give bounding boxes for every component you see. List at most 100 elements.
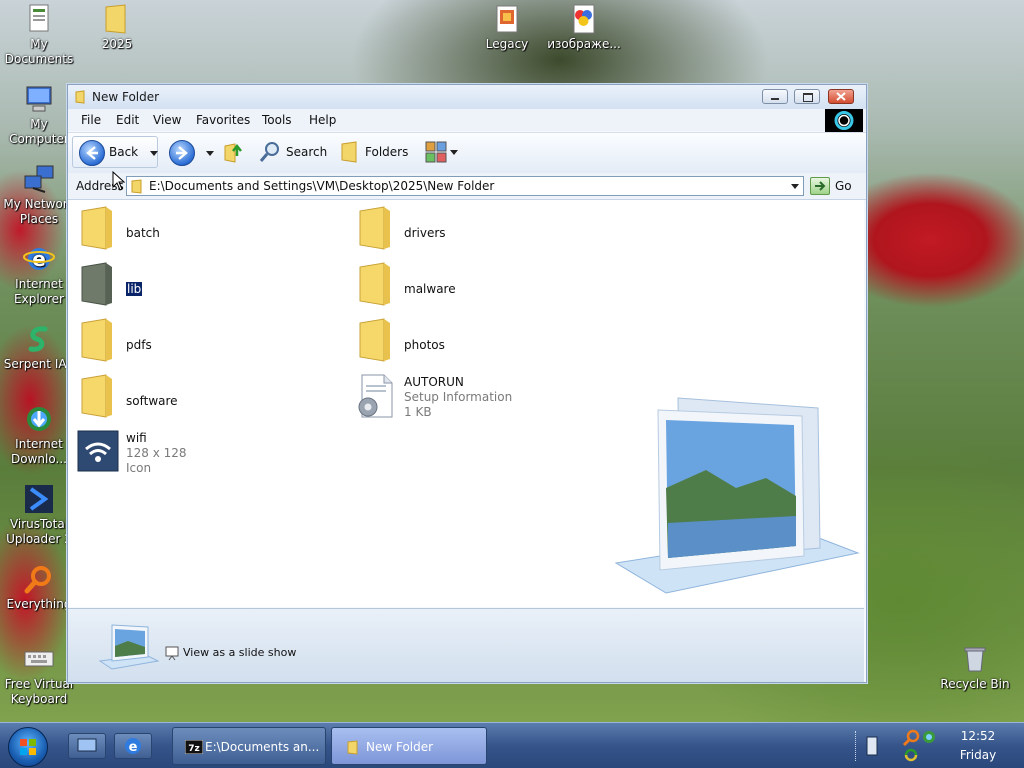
task-label: E:\Documents an... [205, 740, 320, 754]
desktop-icon-keyboard[interactable]: Free Virtual Keyboard [1, 643, 77, 707]
slideshow-icon [165, 646, 179, 661]
internet-explorer-icon: e [125, 738, 141, 755]
show-desktop-button[interactable] [68, 733, 106, 759]
taskbar-task-new-folder[interactable]: New Folder [331, 727, 487, 765]
maximize-icon [803, 93, 813, 102]
folder-icon [81, 374, 112, 418]
download-manager-icon [27, 407, 51, 431]
list-item-software[interactable]: software [76, 373, 326, 423]
forward-button[interactable] [169, 140, 195, 166]
menu-help[interactable]: Help [309, 113, 336, 127]
list-item-wifi[interactable]: wifi 128 x 128 Icon [76, 429, 326, 479]
tray-network-icon[interactable] [921, 729, 937, 745]
desktop-icon-my-computer[interactable]: My Computer [1, 83, 77, 147]
desktop-icon-virustotal[interactable]: VirusTotal Uploader 2 [1, 483, 77, 547]
explorer-window[interactable]: New Folder File Edit View Favorites Tool… [67, 84, 867, 683]
item-name: wifi [126, 431, 147, 445]
desktop-icon-label: VirusTotal Uploader 2 [6, 517, 72, 546]
item-name: photos [404, 338, 445, 352]
title-bar[interactable]: New Folder [68, 85, 866, 109]
back-label: Back [109, 145, 139, 159]
address-input[interactable]: E:\Documents and Settings\VM\Desktop\202… [126, 176, 804, 196]
desktop-icon-everything[interactable]: Everything [1, 563, 77, 612]
tray-search-icon[interactable] [902, 729, 920, 747]
system-clock[interactable]: 12:52 Friday [950, 727, 1006, 765]
forward-dropdown-icon[interactable] [206, 151, 214, 156]
start-button[interactable] [8, 727, 48, 767]
list-item-photos[interactable]: photos [354, 317, 604, 367]
search-label: Search [286, 145, 328, 159]
desktop-icon-label: My Documents [4, 37, 74, 66]
list-item-malware[interactable]: malware [354, 261, 604, 311]
computer-icon [26, 86, 52, 112]
desktop-icon-label: Internet Downlo... [11, 437, 67, 466]
list-item-pdfs[interactable]: pdfs [76, 317, 326, 367]
up-folder-button[interactable] [221, 140, 245, 164]
pictures-watermark-icon [614, 397, 860, 594]
maximize-button[interactable] [794, 89, 820, 104]
search-button[interactable]: Search [256, 136, 330, 168]
folder-icon [105, 4, 126, 34]
desktop-icon-image[interactable]: изображе... [546, 3, 622, 52]
desktop-icon-2025[interactable]: 2025 [79, 3, 155, 52]
folders-button[interactable]: Folders [336, 136, 412, 168]
file-list[interactable]: batch drivers lib malware pdfs photos so… [68, 200, 864, 607]
back-dropdown-icon[interactable] [150, 151, 158, 156]
desktop-icon-my-documents[interactable]: My Documents [1, 3, 77, 67]
slideshow-link[interactable]: View as a slide show [164, 645, 304, 663]
window-title: New Folder [92, 90, 160, 104]
taskbar-task-7zip[interactable]: 7z E:\Documents an... [172, 727, 326, 765]
desktop-icon-recycle-bin[interactable]: Recycle Bin [937, 643, 1013, 692]
address-dropdown-icon[interactable] [791, 184, 799, 189]
item-name: AUTORUN [404, 375, 464, 389]
menu-bar: File Edit View Favorites Tools Help [68, 109, 866, 131]
everything-search-icon [24, 566, 51, 594]
close-button[interactable] [828, 89, 854, 104]
desktop-icon-label: Free Virtual Keyboard [4, 677, 74, 706]
windows-logo-icon [20, 739, 36, 755]
desktop-icon-label: Legacy [485, 37, 529, 51]
list-item-drivers[interactable]: drivers [354, 205, 604, 255]
clock-time: 12:52 [960, 729, 996, 743]
list-item-batch[interactable]: batch [76, 205, 326, 255]
clock-day: Friday [959, 748, 997, 762]
7zip-icon: 7z [185, 740, 203, 754]
folder-icon [347, 740, 358, 755]
list-item-autorun[interactable]: AUTORUN Setup Information 1 KB [354, 373, 604, 423]
item-type: Setup Information [404, 390, 513, 404]
slideshow-picture-icon [98, 624, 160, 670]
tray-device-icon[interactable] [864, 735, 880, 757]
menu-tools[interactable]: Tools [262, 113, 292, 127]
address-bar: Address E:\Documents and Settings\VM\Des… [68, 173, 866, 200]
desktop-icon-ie[interactable]: e Internet Explorer [1, 243, 77, 307]
back-button[interactable]: Back [72, 136, 158, 168]
list-item-lib[interactable]: lib [76, 261, 326, 311]
mouse-cursor-icon [112, 171, 126, 191]
menu-favorites[interactable]: Favorites [196, 113, 250, 127]
menu-edit[interactable]: Edit [116, 113, 139, 127]
tray-sync-icon[interactable] [903, 747, 919, 763]
desktop-icon-legacy[interactable]: Legacy [469, 3, 545, 52]
item-size: 1 KB [404, 405, 432, 419]
quick-launch-ie-button[interactable]: e [114, 733, 152, 759]
wifi-icon [77, 430, 119, 472]
svg-text:7z: 7z [188, 744, 200, 754]
close-icon [836, 92, 846, 101]
desktop-icon-network[interactable]: My Network Places [1, 163, 77, 227]
desktop-icon-serpent[interactable]: Serpent IA3 [1, 323, 77, 372]
setup-file-icon [358, 374, 393, 418]
go-button[interactable] [810, 177, 830, 195]
menu-file[interactable]: File [81, 113, 101, 127]
folder-dark-icon [81, 262, 112, 306]
item-name: malware [404, 282, 456, 296]
back-arrow-icon [79, 140, 105, 166]
folder-icon [81, 318, 112, 362]
minimize-button[interactable] [762, 89, 788, 104]
views-button[interactable] [422, 138, 460, 166]
serpent-icon [28, 326, 48, 352]
desktop-icon-label: Everything [6, 597, 72, 611]
menu-view[interactable]: View [153, 113, 181, 127]
desktop-icon-idm[interactable]: Internet Downlo... [1, 403, 77, 467]
go-label[interactable]: Go [835, 179, 852, 193]
legacy-app-icon [496, 5, 518, 33]
